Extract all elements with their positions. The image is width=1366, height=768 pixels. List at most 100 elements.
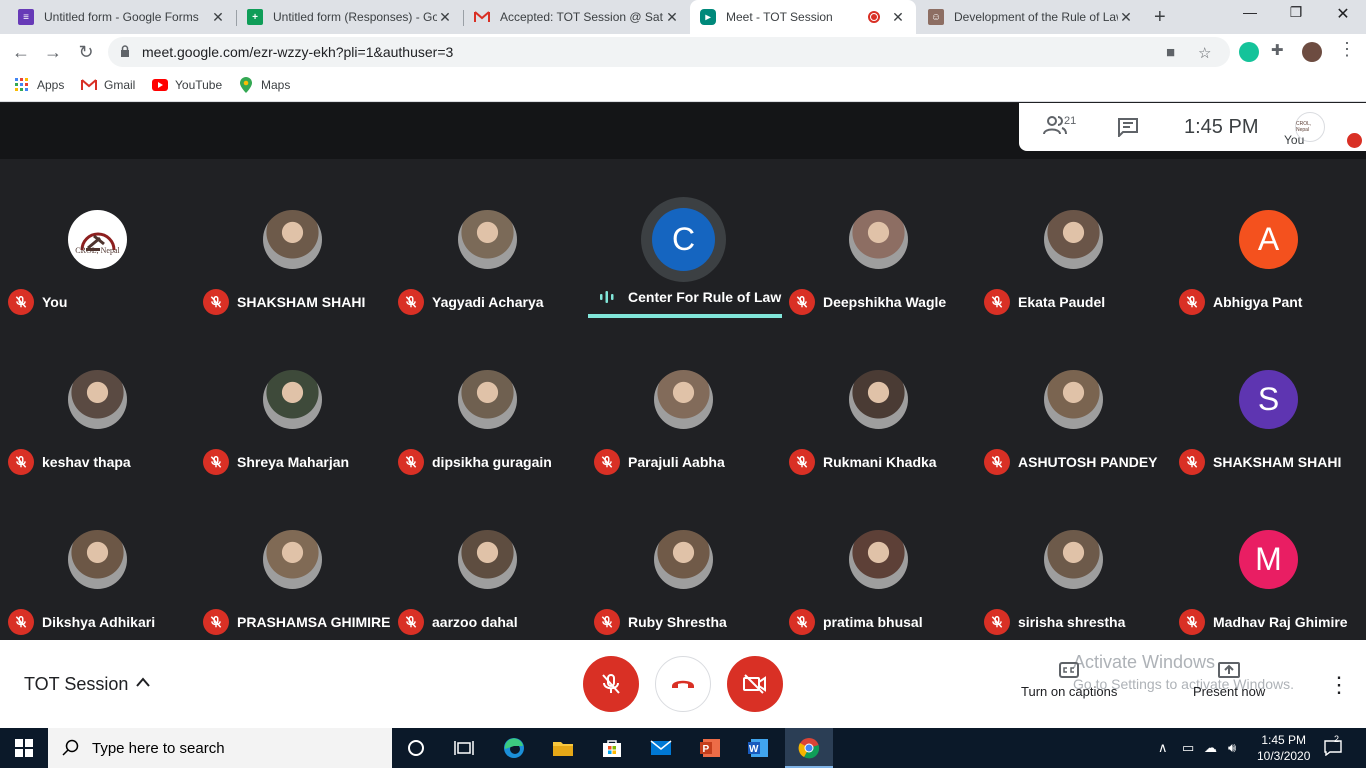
chat-button[interactable] (1117, 117, 1139, 142)
task-view-icon[interactable] (452, 736, 476, 760)
present-now-button[interactable]: Present now (1193, 662, 1265, 699)
participant-grid: CROL, Nepal You SHAKSHAM SHAHI Yagyadi Acha… (0, 159, 1366, 640)
participant-tile[interactable]: PRASHAMSA GHIMIRE (195, 479, 391, 639)
close-tab-icon[interactable]: ✕ (664, 9, 680, 26)
participant-name-line: Yagyadi Acharya (398, 289, 544, 315)
microsoft-store-icon[interactable] (600, 736, 624, 760)
youtube-icon (152, 77, 168, 93)
participant-tile[interactable]: Ruby Shrestha (586, 479, 781, 639)
reload-button[interactable]: ↻ (75, 41, 97, 63)
participant-tile[interactable]: Rukmani Khadka (781, 319, 976, 479)
network-icon[interactable]: ☁ (1204, 740, 1217, 756)
mic-off-icon (1179, 449, 1205, 475)
participant-tile[interactable]: Deepshikha Wagle (781, 159, 976, 319)
more-menu-icon[interactable]: ⋮ (1338, 39, 1356, 60)
volume-icon[interactable]: 🔊︎ (1228, 740, 1236, 756)
participant-tile[interactable]: S SHAKSHAM SHAHI (1171, 319, 1366, 479)
participant-tile[interactable]: Dikshya Adhikari (0, 479, 195, 639)
battery-icon[interactable]: ▭ (1182, 740, 1194, 756)
tab-meet[interactable]: ▸ Meet - TOT Session ✕ (690, 0, 916, 34)
captions-button[interactable]: Turn on captions (1021, 662, 1117, 699)
participant-tile[interactable]: A Abhigya Pant (1171, 159, 1366, 319)
mail-icon[interactable] (649, 736, 673, 760)
participant-photo-avatar (68, 530, 127, 589)
microphone-toggle-button[interactable] (583, 656, 639, 712)
extensions-icon[interactable]: ✚ (1271, 41, 1284, 59)
maximize-button[interactable]: ❐ (1273, 4, 1319, 21)
close-tab-icon[interactable]: ✕ (890, 9, 906, 26)
action-center-icon[interactable]: 2 (1324, 734, 1342, 761)
participant-tile[interactable]: Yagyadi Acharya (390, 159, 585, 319)
participant-name: Madhav Raj Ghimire (1213, 614, 1348, 630)
bookmark-apps[interactable]: Apps (14, 77, 64, 93)
bookmark-star-icon[interactable]: ☆ (1198, 44, 1211, 62)
participant-tile[interactable]: Ekata Paudel (976, 159, 1171, 319)
mic-off-icon (398, 449, 424, 475)
participant-tile[interactable]: CROL, Nepal You (0, 159, 195, 319)
participant-name: pratima bhusal (823, 614, 923, 630)
bookmark-gmail[interactable]: Gmail (81, 77, 135, 93)
file-explorer-icon[interactable] (551, 736, 575, 760)
participant-tile[interactable]: sirisha shrestha (976, 479, 1171, 639)
participant-name: Dikshya Adhikari (42, 614, 156, 630)
camera-off-icon (743, 674, 766, 694)
participant-tile[interactable]: C Center For Rule of Law (586, 159, 782, 319)
participant-photo-avatar (1044, 370, 1103, 429)
profile-avatar[interactable] (1302, 42, 1322, 62)
participant-photo-avatar (68, 370, 127, 429)
cortana-icon[interactable] (404, 736, 428, 760)
close-tab-icon[interactable]: ✕ (210, 9, 226, 26)
edge-browser-icon[interactable] (502, 736, 526, 760)
close-tab-icon[interactable]: ✕ (1118, 9, 1134, 26)
grammarly-extension-icon[interactable] (1239, 42, 1259, 62)
taskbar-search-box[interactable]: Type here to search (48, 728, 392, 768)
participant-name-line: Ekata Paudel (984, 289, 1105, 315)
close-window-button[interactable]: ✕ (1320, 4, 1366, 24)
mic-off-icon (203, 289, 229, 315)
participant-tile[interactable]: pratima bhusal (781, 479, 976, 639)
tab-google-forms[interactable]: ≡ Untitled form - Google Forms ✕ (8, 0, 236, 34)
windows-start-icon[interactable] (12, 736, 36, 760)
participant-tile[interactable]: SHAKSHAM SHAHI (195, 159, 390, 319)
participant-tile[interactable]: keshav thapa (0, 319, 195, 479)
show-hidden-icons-icon[interactable]: ∧ (1158, 740, 1168, 756)
mic-off-icon (984, 609, 1010, 635)
chrome-icon[interactable] (797, 736, 821, 760)
tab-google-sheets[interactable]: + Untitled form (Responses) - Google She… (237, 0, 463, 34)
participant-name-line: You (8, 289, 67, 315)
mic-off-icon (594, 609, 620, 635)
word-icon[interactable]: W (746, 736, 770, 760)
self-muted-icon (1347, 133, 1362, 148)
camera-toggle-button[interactable] (727, 656, 783, 712)
more-options-icon[interactable]: ⋮ (1328, 672, 1350, 698)
participant-tile[interactable]: Shreya Maharjan (195, 319, 390, 479)
forward-button[interactable]: → (42, 41, 64, 63)
leave-call-button[interactable] (655, 656, 711, 712)
camera-icon[interactable]: ■ (1166, 44, 1175, 61)
participant-name-line: Shreya Maharjan (203, 449, 349, 475)
powerpoint-icon[interactable]: P (698, 736, 722, 760)
active-speaker-bar (588, 314, 782, 318)
address-bar[interactable]: meet.google.com/ezr-wzzy-ekh?pli=1&authu… (108, 37, 1230, 67)
minimize-button[interactable]: — (1227, 4, 1273, 20)
meeting-details-button[interactable]: TOT Session (0, 640, 180, 728)
close-tab-icon[interactable]: ✕ (437, 9, 453, 26)
participant-tile[interactable]: dipsikha guragain (390, 319, 585, 479)
new-tab-button[interactable]: + (1154, 6, 1166, 29)
participant-photo-avatar (458, 530, 517, 589)
participant-tile[interactable]: M Madhav Raj Ghimire (1171, 479, 1366, 639)
tab-gmail[interactable]: Accepted: TOT Session @ Sat Oct 3 ✕ (464, 0, 690, 34)
browser-toolbar: ← → ↻ meet.google.com/ezr-wzzy-ekh?pli=1… (0, 34, 1366, 70)
svg-text:P: P (703, 744, 710, 755)
participant-tile[interactable]: ASHUTOSH PANDEY (976, 319, 1171, 479)
present-screen-icon (1218, 662, 1241, 678)
bookmark-youtube[interactable]: YouTube (152, 77, 222, 93)
notification-count-badge: 2 (1334, 734, 1340, 744)
participant-tile[interactable]: Parajuli Aabha (586, 319, 781, 479)
back-button[interactable]: ← (10, 41, 32, 63)
participant-tile[interactable]: aarzoo dahal (390, 479, 585, 639)
bookmark-maps[interactable]: Maps (238, 77, 290, 93)
tab-rule-of-law[interactable]: ☺ Development of the Rule of Law ✕ (918, 0, 1144, 34)
mic-off-icon (1179, 289, 1205, 315)
taskbar-clock[interactable]: 1:45 PM 10/3/2020 (1257, 732, 1310, 764)
